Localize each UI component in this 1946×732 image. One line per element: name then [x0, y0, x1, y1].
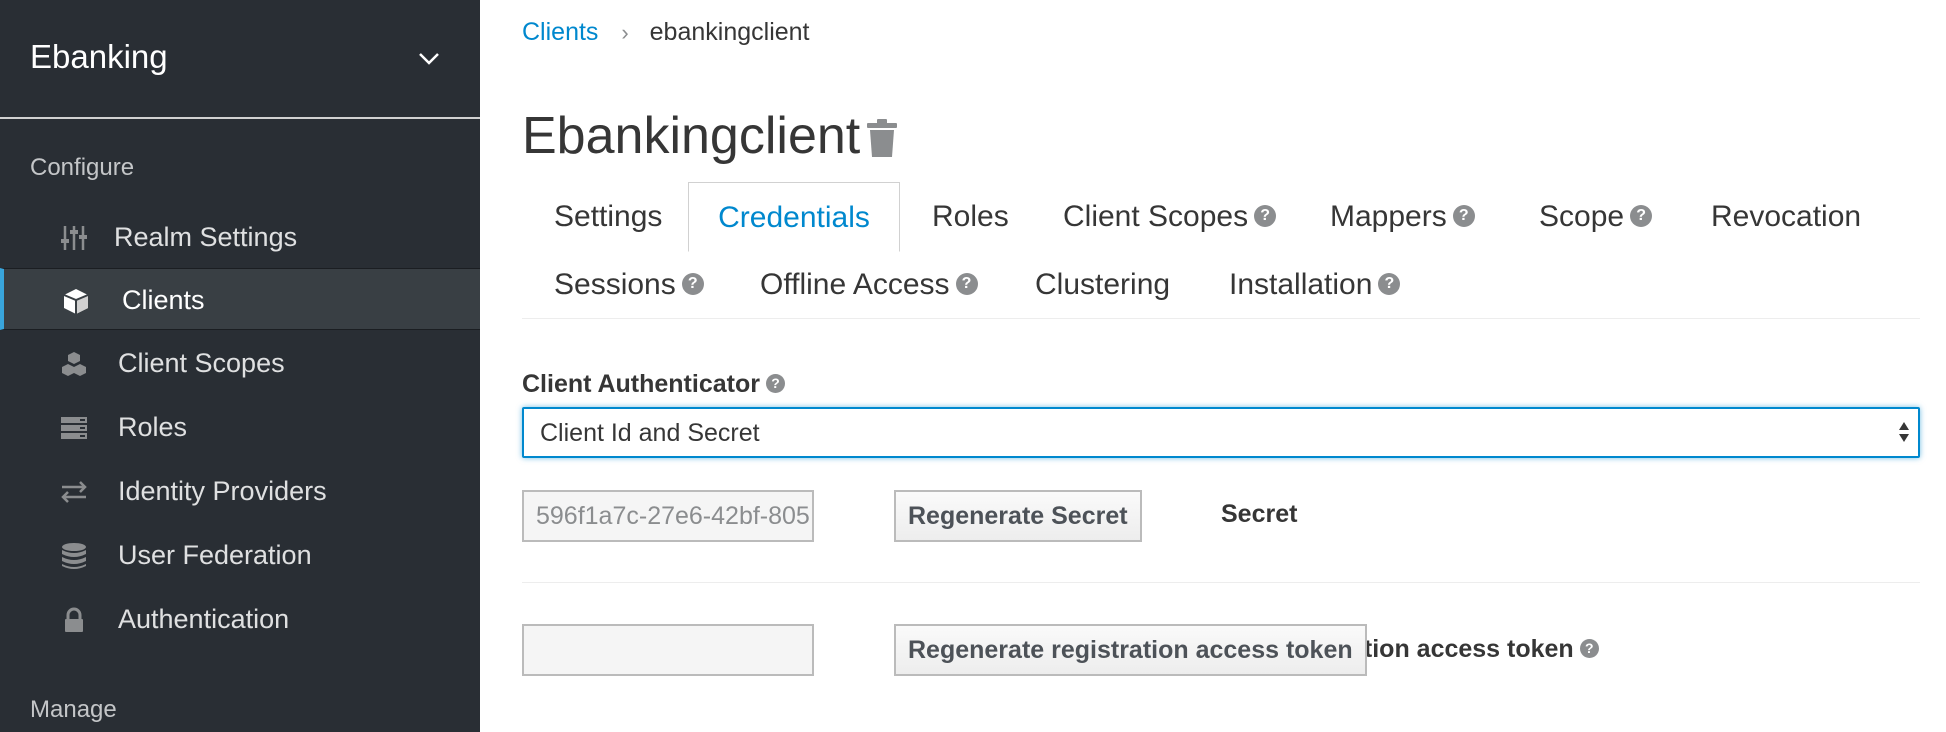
tabs-divider — [522, 318, 1920, 319]
client-authenticator-select[interactable]: Client Id and Secret — [522, 407, 1920, 458]
tab-label: Clustering — [1035, 268, 1171, 301]
help-icon: ? — [681, 273, 704, 296]
sidebar-item-roles[interactable]: Roles — [0, 396, 480, 458]
help-icon: ? — [1452, 205, 1475, 228]
cubes-icon — [62, 352, 86, 376]
chevron-down-icon — [419, 53, 439, 65]
sidebar-item-realm-settings[interactable]: Realm Settings — [0, 206, 480, 268]
section-configure: Configure — [30, 154, 135, 181]
tab-client-scopes[interactable]: Client Scopes? — [1063, 182, 1277, 252]
lock-icon — [65, 607, 83, 632]
tab-roles[interactable]: Roles — [932, 182, 1009, 252]
tab-settings[interactable]: Settings — [554, 182, 662, 252]
tab-sessions[interactable]: Sessions? — [554, 250, 704, 320]
sidebar-item-client-scopes[interactable]: Client Scopes — [0, 332, 480, 394]
breadcrumb-current: ebankingclient — [649, 18, 810, 46]
tab-label: Scope — [1539, 200, 1625, 233]
regenerate-registration-token-button[interactable]: Regenerate registration access token — [894, 624, 1367, 676]
sidebar-item-user-federation[interactable]: User Federation — [0, 524, 480, 586]
tab-label: Settings — [554, 200, 663, 233]
sidebar-item-label: Realm Settings — [114, 222, 298, 252]
sidebar-item-identity-providers[interactable]: Identity Providers — [0, 460, 480, 522]
sidebar-item-label: Identity Providers — [118, 476, 327, 506]
secret-label: Secret — [1221, 500, 1298, 528]
trash-icon[interactable] — [866, 118, 898, 158]
sidebar-item-clients[interactable]: Clients — [0, 268, 480, 330]
tab-label: Revocation — [1711, 200, 1862, 233]
tab-label: Client Scopes — [1063, 200, 1249, 233]
help-icon: ? — [955, 273, 978, 296]
tab-label: Credentials — [718, 201, 870, 234]
list-icon — [61, 417, 87, 439]
breadcrumb-separator: › — [621, 20, 629, 45]
app-window: Ebanking Configure Realm Settings Client… — [0, 0, 1946, 732]
main-content: Clients › ebankingclient Ebankingclient … — [480, 0, 1946, 732]
form-divider — [522, 582, 1920, 583]
help-icon: ? — [1630, 205, 1653, 228]
client-authenticator-label: Client Authenticator? — [522, 370, 785, 399]
realm-name: Ebanking — [30, 38, 168, 75]
help-icon: ? — [1579, 638, 1599, 658]
help-icon: ? — [1378, 273, 1401, 296]
database-icon — [62, 543, 86, 569]
label-text: Client Authenticator — [522, 370, 760, 398]
tab-label: Installation — [1229, 268, 1373, 301]
tab-installation[interactable]: Installation? — [1229, 250, 1401, 320]
tab-clustering[interactable]: Clustering — [1035, 250, 1170, 320]
sidebar-item-label: Client Scopes — [118, 348, 285, 378]
select-arrows-icon — [1899, 422, 1909, 442]
secret-field[interactable]: 596f1a7c-27e6-42bf-805 — [522, 490, 814, 542]
sidebar-item-label: User Federation — [118, 540, 312, 570]
tab-revocation[interactable]: Revocation — [1711, 182, 1861, 252]
help-icon: ? — [1254, 205, 1277, 228]
tab-label: Mappers — [1330, 200, 1447, 233]
realm-selector[interactable]: Ebanking — [0, 0, 480, 119]
sidebar-item-label: Roles — [118, 412, 188, 442]
tab-scope[interactable]: Scope? — [1539, 182, 1653, 252]
exchange-icon — [61, 481, 87, 503]
tab-offline-access[interactable]: Offline Access? — [760, 250, 978, 320]
sidebar: Ebanking Configure Realm Settings Client… — [0, 0, 480, 732]
tab-label: Sessions — [554, 268, 676, 301]
tab-label: Roles — [932, 200, 1009, 233]
breadcrumb: Clients › ebankingclient — [522, 18, 810, 47]
sidebar-item-label: Clients — [122, 285, 205, 315]
sliders-icon — [61, 226, 87, 250]
label-text: ation access token — [1350, 635, 1574, 663]
cube-icon — [63, 289, 89, 314]
page-title: Ebankingclient — [522, 107, 861, 165]
registration-access-token-label: ation access token? — [1350, 635, 1599, 664]
sidebar-item-authentication[interactable]: Authentication — [0, 588, 480, 650]
breadcrumb-link-clients[interactable]: Clients — [522, 18, 598, 46]
registration-access-token-field[interactable] — [522, 624, 814, 676]
help-icon: ? — [765, 373, 785, 393]
sidebar-item-label: Authentication — [118, 604, 290, 634]
tab-label: Offline Access — [760, 268, 950, 301]
select-value: Client Id and Secret — [540, 419, 760, 447]
section-manage: Manage — [30, 696, 117, 723]
tab-mappers[interactable]: Mappers? — [1330, 182, 1475, 252]
tab-credentials[interactable]: Credentials — [688, 182, 900, 252]
regenerate-secret-button[interactable]: Regenerate Secret — [894, 490, 1142, 542]
